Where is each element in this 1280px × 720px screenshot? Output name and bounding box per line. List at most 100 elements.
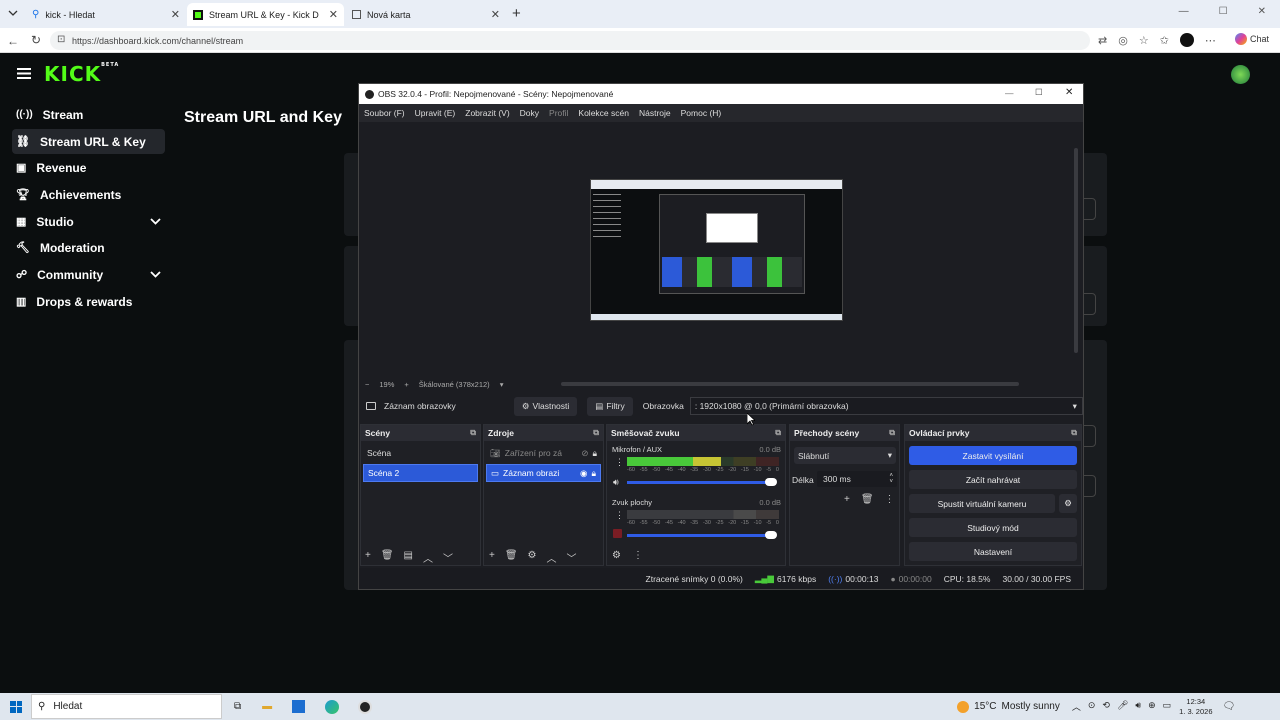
hamburger-icon[interactable] (17, 68, 31, 79)
clock[interactable]: 12:34 1. 3. 2026 (1179, 697, 1212, 717)
location-icon[interactable]: ⊙ (1088, 700, 1096, 713)
zoom-in-button[interactable]: + (404, 380, 408, 389)
source-item[interactable]: 📷︎ Zařízení pro zá ⊘ 🔒︎ (486, 444, 601, 462)
favorite-icon[interactable]: ☆ (1139, 34, 1149, 47)
reload-icon[interactable]: ↻ (31, 33, 41, 47)
menu-file[interactable]: Soubor (F) (364, 108, 405, 118)
weather-widget[interactable]: 15°C Mostly sunny (957, 700, 1060, 713)
undock-icon[interactable]: ⧉ (1071, 428, 1077, 438)
obs-icon[interactable] (358, 699, 373, 714)
volume-slider-handle[interactable] (765, 478, 777, 486)
preview-scrollbar-h[interactable] (561, 382, 1020, 386)
add-icon[interactable]: + (365, 550, 371, 565)
mic-icon[interactable]: 🎤︎ (1117, 700, 1128, 713)
sync-icon[interactable]: ⟲ (1102, 700, 1110, 713)
chevron-down-icon[interactable] (150, 218, 161, 225)
windows-start-icon[interactable] (10, 700, 22, 713)
favorites-bar-icon[interactable]: ✩ (1160, 34, 1169, 47)
menu-profile[interactable]: Profil (549, 108, 568, 118)
lock-icon[interactable]: 🔒︎ (591, 468, 596, 479)
chevron-up-icon[interactable]: ︿ (1072, 700, 1081, 713)
preview-area[interactable] (359, 122, 1073, 378)
close-icon[interactable]: ✕ (1258, 6, 1266, 17)
maximize-icon[interactable]: ☐ (1219, 6, 1228, 17)
virtual-camera-settings-button[interactable]: ⚙ (1059, 494, 1077, 513)
undock-icon[interactable]: ⧉ (889, 428, 895, 438)
menu-view[interactable]: Zobrazit (V) (465, 108, 509, 118)
volume-icon[interactable]: 🔊︎ (1135, 700, 1141, 713)
source-item[interactable]: ▭ Záznam obrazi ◉ 🔒︎ (486, 464, 601, 482)
store-icon[interactable] (292, 700, 306, 713)
menu-edit[interactable]: Upravit (E) (415, 108, 456, 118)
chevron-up-icon[interactable]: ︿ (423, 550, 433, 565)
undock-icon[interactable]: ⧉ (470, 428, 476, 438)
chevron-down-icon[interactable]: ▾ (500, 380, 504, 389)
settings-button[interactable]: Nastavení (909, 542, 1077, 561)
reader-icon[interactable]: ◎ (1118, 34, 1128, 47)
trash-icon[interactable]: 🗑︎ (505, 550, 518, 565)
eye-hidden-icon[interactable]: ⊘ (581, 448, 588, 459)
zoom-out-button[interactable]: − (365, 380, 369, 389)
task-view-icon[interactable]: ⧉ (234, 701, 241, 712)
tab-new[interactable]: Nová karta ✕ (346, 3, 506, 26)
studio-mode-button[interactable]: Studiový mód (909, 518, 1077, 537)
close-icon[interactable]: ✕ (1065, 87, 1073, 98)
scene-item[interactable]: Scéna 2 (363, 464, 478, 482)
close-icon[interactable]: ✕ (329, 8, 338, 21)
minimize-icon[interactable]: — (1005, 88, 1014, 98)
filters-button[interactable]: ▤ Filtry (587, 396, 633, 416)
volume-slider[interactable] (627, 481, 772, 484)
chevron-down-icon[interactable]: ﹀ (443, 550, 453, 565)
undock-icon[interactable]: ⧉ (593, 428, 599, 438)
eye-icon[interactable]: ◉ (580, 468, 587, 479)
spin-arrows-icon[interactable]: ˄ ˅ (889, 473, 893, 485)
edge-icon[interactable] (325, 699, 340, 714)
trash-icon[interactable]: 🗑︎ (381, 550, 394, 565)
copilot-chat-button[interactable]: Chat (1235, 33, 1269, 45)
nav-drops-rewards[interactable]: ▥ Drops & rewards (12, 289, 165, 314)
new-tab-button[interactable]: + (512, 5, 521, 22)
advanced-audio-icon[interactable]: ⚙ (612, 550, 621, 561)
undock-icon[interactable]: ⧉ (775, 428, 781, 438)
kick-logo[interactable]: KICKBETA (44, 62, 119, 86)
profile-avatar[interactable] (1179, 33, 1194, 47)
nav-studio[interactable]: ▦ Studio (12, 209, 165, 234)
preview-canvas[interactable] (590, 179, 843, 321)
nav-community[interactable]: ☍ Community (12, 262, 165, 287)
tab-actions-icon[interactable] (8, 8, 18, 18)
chevron-down-icon[interactable]: ﹀ (567, 550, 577, 565)
tab-search[interactable]: ⚲ kick - Hledat ✕ (26, 3, 186, 26)
volume-slider-handle[interactable] (765, 531, 777, 539)
file-explorer-icon[interactable]: ▬ (262, 701, 272, 712)
speaker-icon[interactable]: 🔊︎ (613, 477, 619, 488)
volume-slider[interactable] (627, 534, 772, 537)
nav-achievements[interactable]: 🏆︎ Achievements (12, 182, 165, 207)
menu-scene-collection[interactable]: Kolekce scén (578, 108, 629, 118)
menu-tools[interactable]: Nástroje (639, 108, 671, 118)
chevron-up-icon[interactable]: ︿ (547, 550, 557, 565)
back-icon[interactable]: ← (7, 34, 19, 48)
add-icon[interactable]: + (489, 550, 495, 565)
more-vertical-icon[interactable]: ⋮ (615, 457, 624, 468)
nav-stream-url-key[interactable]: ⛓ Stream URL & Key (12, 129, 165, 154)
filter-icon[interactable]: ▤ (404, 550, 413, 565)
close-icon[interactable]: ✕ (171, 8, 180, 21)
chevron-down-icon[interactable] (150, 271, 161, 278)
more-icon[interactable]: ⋯ (1205, 34, 1216, 47)
user-avatar[interactable] (1231, 65, 1250, 84)
nav-stream[interactable]: ((·)) Stream (12, 102, 165, 127)
address-bar[interactable]: ⊡ https://dashboard.kick.com/channel/str… (50, 31, 1090, 50)
lock-icon[interactable]: 🔒︎ (592, 448, 597, 459)
close-icon[interactable]: ✕ (491, 8, 500, 21)
speaker-muted-icon[interactable] (613, 529, 622, 538)
preview-scrollbar-v[interactable] (1074, 148, 1078, 353)
nav-moderation[interactable]: 🔨︎ Moderation (12, 235, 165, 260)
more-vertical-icon[interactable]: ⋮ (615, 510, 624, 521)
minimize-icon[interactable]: — (1179, 6, 1189, 17)
gear-icon[interactable]: ⚙ (528, 550, 537, 565)
transition-select[interactable]: Slábnutí ▾ (794, 447, 896, 464)
maximize-icon[interactable]: ☐ (1035, 87, 1043, 98)
battery-icon[interactable]: ▭ (1163, 700, 1172, 713)
nav-revenue[interactable]: ▣ Revenue (12, 155, 165, 180)
translate-icon[interactable]: ⇄ (1098, 34, 1107, 47)
